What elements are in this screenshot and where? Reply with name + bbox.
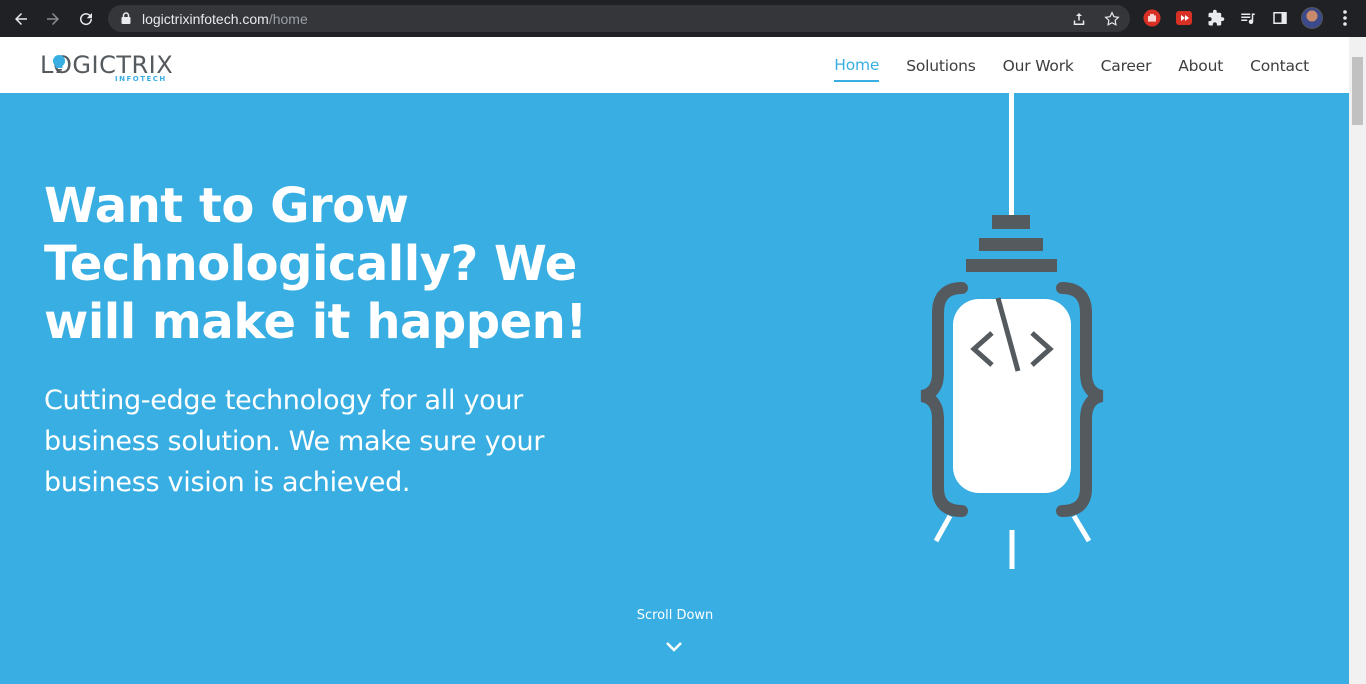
chevron-down-icon[interactable] (664, 641, 684, 653)
scroll-down-label[interactable]: Scroll Down (610, 608, 740, 623)
site-logo[interactable]: LOGICTRIX INFOTECH (40, 51, 173, 85)
main-nav: Home Solutions Our Work Career About Con… (807, 37, 1309, 93)
logo-bulb-icon (52, 54, 66, 73)
hero-title: Want to Grow Technologically? We will ma… (44, 178, 587, 350)
nav-solutions[interactable]: Solutions (906, 49, 976, 81)
back-icon[interactable] (10, 8, 32, 30)
page-scrollbar[interactable] (1349, 37, 1366, 684)
hero-section: Want to Grow Technologically? We will ma… (0, 93, 1349, 684)
forward-icon[interactable] (42, 8, 64, 30)
hero-subtitle: Cutting-edge technology for all your bus… (44, 385, 545, 498)
browser-toolbar: logictrixinfotech.com/home (0, 0, 1366, 37)
reload-icon[interactable] (75, 8, 97, 30)
scrollbar-thumb[interactable] (1352, 57, 1363, 125)
nav-about[interactable]: About (1178, 49, 1223, 81)
browser-menu-icon[interactable] (1337, 8, 1353, 28)
nav-our-work[interactable]: Our Work (1003, 49, 1074, 81)
url-text[interactable]: logictrixinfotech.com/home (142, 11, 308, 27)
nav-career[interactable]: Career (1101, 49, 1152, 81)
stop-hand-extension-icon[interactable] (1143, 9, 1161, 27)
code-bulb-illustration (920, 93, 1104, 569)
nav-contact[interactable]: Contact (1250, 49, 1309, 81)
lock-icon (121, 12, 131, 24)
profile-avatar[interactable] (1301, 7, 1323, 29)
video-extension-icon[interactable] (1175, 9, 1193, 27)
reading-list-icon[interactable] (1239, 9, 1257, 27)
site-header: LOGICTRIX INFOTECH Home Solutions Our Wo… (0, 37, 1349, 93)
url-path: /home (268, 11, 308, 27)
address-bar[interactable]: logictrixinfotech.com/home (108, 5, 1130, 32)
extensions-puzzle-icon[interactable] (1207, 9, 1225, 27)
nav-home[interactable]: Home (834, 48, 879, 82)
url-domain: logictrixinfotech.com (142, 11, 269, 27)
bookmark-star-icon[interactable] (1103, 10, 1121, 28)
share-icon[interactable] (1070, 10, 1088, 28)
side-panel-icon[interactable] (1271, 9, 1289, 27)
logo-subtext: INFOTECH (115, 75, 167, 83)
